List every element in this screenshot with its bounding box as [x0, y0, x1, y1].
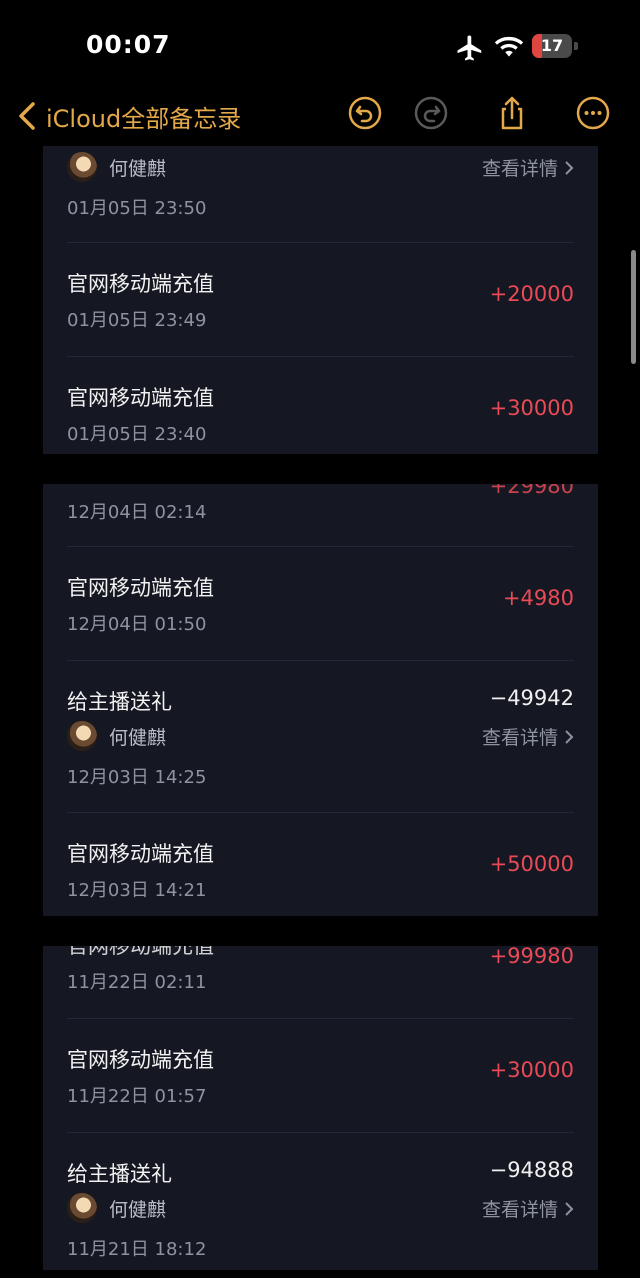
- redo-icon[interactable]: [413, 95, 449, 131]
- item-date: 12月03日 14:21: [67, 880, 207, 901]
- chevron-right-icon: [565, 1201, 574, 1216]
- more-options-icon[interactable]: [575, 95, 611, 131]
- item-amount: +20000: [489, 282, 574, 306]
- item-date: 11月22日 02:11: [67, 972, 207, 993]
- view-details-link[interactable]: 查看详情: [482, 723, 574, 750]
- item-amount: −49942: [489, 686, 574, 710]
- nav-bar: iCloud全部备忘录: [0, 95, 640, 137]
- chevron-right-icon: [565, 160, 574, 175]
- transaction-card: +29980 12月04日 02:14 官网移动端充值 +4980 12月04日…: [43, 484, 598, 916]
- wifi-icon: [494, 36, 524, 57]
- battery-indicator: 17: [532, 34, 578, 58]
- list-item[interactable]: 给主播送礼 −49942 何健麒 查看详情 12月03日 14:25: [43, 660, 598, 812]
- view-details-label: 查看详情: [481, 158, 558, 180]
- transaction-card: 何健麒 查看详情 01月05日 23:50 官网移动端充值 +20000 01月…: [43, 146, 598, 454]
- scrollbar[interactable]: [631, 250, 636, 364]
- item-amount: −94888: [489, 1158, 574, 1182]
- item-amount: +30000: [489, 1058, 574, 1082]
- user-name: 何健麒: [109, 158, 167, 180]
- item-title: 官网移动端充值: [67, 576, 214, 600]
- item-title: 给主播送礼: [67, 690, 172, 714]
- item-title: 官网移动端充值: [67, 842, 214, 866]
- list-item[interactable]: 何健麒 查看详情 01月05日 23:50: [43, 146, 598, 246]
- back-label: iCloud全部备忘录: [46, 104, 242, 133]
- item-date: 01月05日 23:49: [67, 310, 207, 331]
- view-details-link[interactable]: 查看详情: [482, 154, 574, 181]
- avatar: [67, 1193, 97, 1223]
- chevron-left-icon: [19, 102, 35, 130]
- list-item[interactable]: 给主播送礼 −94888 何健麒 查看详情 11月21日 18:12: [43, 1132, 598, 1270]
- item-amount: +30000: [489, 396, 574, 420]
- item-date: 01月05日 23:50: [67, 198, 207, 219]
- item-title: 官网移动端充值: [67, 946, 214, 958]
- item-amount: +50000: [489, 852, 574, 876]
- item-date: 12月04日 02:14: [67, 502, 207, 523]
- item-amount: +4980: [502, 586, 574, 610]
- item-date: 11月22日 01:57: [67, 1086, 207, 1107]
- item-amount: +99980: [489, 946, 574, 968]
- list-item[interactable]: +29980 12月04日 02:14: [43, 484, 598, 548]
- avatar: [67, 152, 97, 182]
- view-details-label: 查看详情: [481, 1199, 558, 1221]
- item-title: 官网移动端充值: [67, 386, 214, 410]
- user-name: 何健麒: [109, 727, 167, 749]
- item-date: 12月03日 14:25: [67, 767, 207, 788]
- item-title: 官网移动端充值: [67, 1048, 214, 1072]
- list-item[interactable]: 官网移动端充值 +20000 01月05日 23:49: [43, 242, 598, 356]
- user-name: 何健麒: [109, 1199, 167, 1221]
- view-details-label: 查看详情: [481, 727, 558, 749]
- chevron-right-icon: [565, 729, 574, 744]
- back-button[interactable]: iCloud全部备忘录: [16, 95, 241, 137]
- status-time: 00:07: [86, 30, 171, 59]
- list-item[interactable]: 官网移动端充值 +50000 12月03日 14:21: [43, 812, 598, 916]
- airplane-mode-icon: [457, 35, 482, 61]
- list-item[interactable]: 官网移动端充值 +30000 11月22日 01:57: [43, 1018, 598, 1132]
- item-date: 01月05日 23:40: [67, 424, 207, 445]
- undo-icon[interactable]: [347, 95, 383, 131]
- share-icon[interactable]: [494, 95, 530, 131]
- item-title: 给主播送礼: [67, 1162, 172, 1186]
- item-date: 12月04日 01:50: [67, 614, 207, 635]
- avatar: [67, 721, 97, 751]
- transaction-card: 官网移动端充值 +99980 11月22日 02:11 官网移动端充值 +300…: [43, 946, 598, 1270]
- battery-percent: 17: [540, 36, 564, 55]
- item-amount: +29980: [489, 484, 574, 498]
- item-title: 官网移动端充值: [67, 272, 214, 296]
- status-bar: 00:07 17: [0, 0, 640, 95]
- view-details-link[interactable]: 查看详情: [482, 1195, 574, 1222]
- list-item[interactable]: 官网移动端充值 +4980 12月04日 01:50: [43, 546, 598, 660]
- list-item[interactable]: 官网移动端充值 +30000 01月05日 23:40: [43, 356, 598, 454]
- item-date: 11月21日 18:12: [67, 1239, 207, 1260]
